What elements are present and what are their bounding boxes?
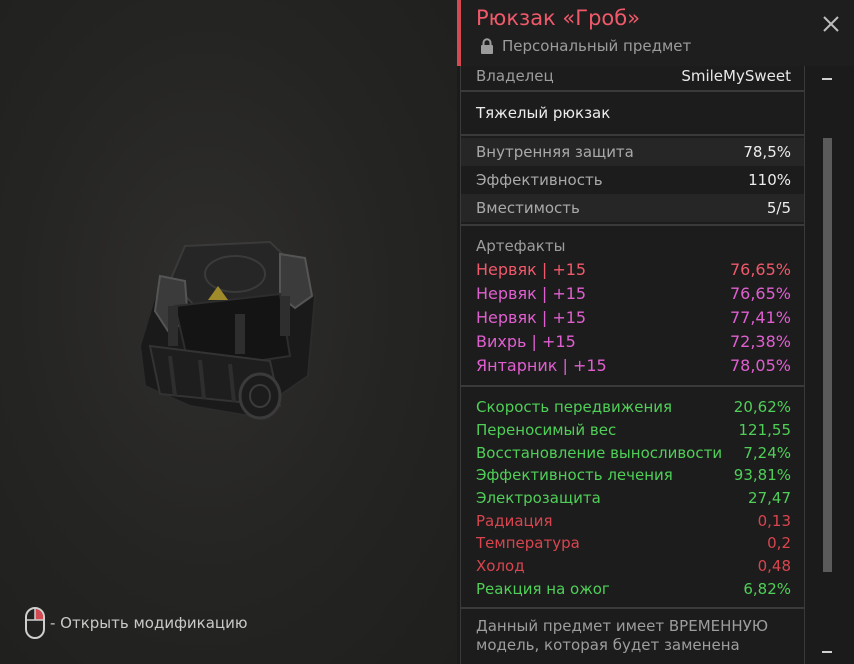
open-modification-hint: - Открыть модификацию	[24, 606, 248, 640]
backpack-model[interactable]	[130, 236, 330, 431]
stat-value: 5/5	[766, 199, 791, 217]
artifacts-section: Артефакты Нервяк | +15 76,65% Нервяк | +15…	[461, 226, 804, 387]
stat-row: Вместимость 5/5	[461, 194, 804, 222]
artifact-value: 72,38%	[729, 331, 791, 351]
owner-row: Владелец SmileMySweet	[461, 66, 804, 90]
bonus-value: 27,47	[748, 489, 791, 508]
artifact-row: Нервяк | +15 76,65%	[461, 257, 804, 281]
item-subtitle: Персональный предмет	[480, 37, 691, 55]
temporary-model-note: Данный предмет имеет ВРЕМЕННУЮ модель, к…	[476, 617, 769, 655]
bonus-value: 20,62%	[733, 398, 791, 417]
scroll-up-icon[interactable]	[822, 78, 832, 80]
bonus-label: Реакция на ожог	[476, 579, 610, 598]
bonuses-section: Скорость передвижения 20,62% Переносимый в…	[461, 387, 804, 610]
owner-section: Владелец SmileMySweet	[461, 66, 804, 92]
subtitle-text: Персональный предмет	[502, 37, 692, 55]
stat-value: 110%	[748, 171, 791, 189]
item-title: Рюкзак «Гроб»	[476, 6, 641, 30]
stat-label: Вместимость	[476, 199, 580, 217]
bonus-label: Скорость передвижения	[476, 398, 673, 417]
bonus-value: 0,13	[757, 511, 791, 530]
bonus-row: Реакция на ожог 6,82%	[461, 578, 804, 601]
scroll-down-icon[interactable]	[822, 651, 832, 653]
hint-text: - Открыть модификацию	[50, 614, 248, 632]
bonus-row: Эффективность лечения 93,81%	[461, 464, 804, 487]
artifact-row: Нервяк | +15 77,41%	[461, 305, 804, 329]
lock-icon	[481, 38, 493, 54]
artifact-row: Нервяк | +15 76,65%	[461, 281, 804, 305]
stat-label: Внутренняя защита	[476, 143, 634, 161]
item-info-panel: Рюкзак «Гроб» Персональный предмет Владе…	[457, 0, 854, 664]
bonus-row: Электрозащита 27,47	[461, 487, 804, 510]
stats-section: Внутренняя защита 78,5% Эффективность 11…	[461, 136, 804, 226]
bonus-row: Радиация 0,13	[461, 509, 804, 532]
bonus-label: Температура	[476, 534, 580, 553]
item-preview-viewport[interactable]: - Открыть модификацию	[0, 0, 457, 664]
artifact-list: Нервяк | +15 76,65% Нервяк | +15 76,65% Нерв…	[461, 257, 804, 377]
stat-value: 78,5%	[743, 143, 791, 161]
stat-row: Внутренняя защита 78,5%	[461, 138, 804, 166]
bonus-row: Восстановление выносливости 7,24%	[461, 441, 804, 464]
artifact-row: Вихрь | +15 72,38%	[461, 329, 804, 353]
artifact-row: Янтарник | +15 78,05%	[461, 353, 804, 377]
artifact-label: Янтарник | +15	[476, 355, 607, 375]
item-category: Тяжелый рюкзак	[461, 92, 804, 134]
owner-label: Владелец	[476, 67, 554, 85]
bonus-value: 93,81%	[733, 466, 791, 485]
artifacts-heading-text: Артефакты	[476, 237, 566, 255]
bonus-label: Электрозащита	[476, 489, 601, 508]
artifact-value: 76,65%	[729, 259, 791, 279]
bonus-value: 7,24%	[743, 443, 791, 462]
category-text: Тяжелый рюкзак	[476, 104, 611, 122]
bonus-value: 0,48	[757, 557, 791, 576]
bonus-row: Переносимый вес 121,55	[461, 419, 804, 442]
item-details-scroll-area[interactable]: Владелец SmileMySweet Тяжелый рюкзак Вну…	[460, 66, 805, 664]
artifact-value: 76,65%	[729, 283, 791, 303]
bonus-label: Холод	[476, 557, 525, 576]
stat-row: Эффективность 110%	[461, 166, 804, 194]
panel-header: Рюкзак «Гроб» Персональный предмет	[461, 0, 854, 66]
bonus-value: 0,2	[767, 534, 791, 553]
artifact-value: 78,05%	[729, 355, 791, 375]
bonus-label: Радиация	[476, 511, 553, 530]
category-section: Тяжелый рюкзак	[461, 92, 804, 136]
scroll-thumb[interactable]	[823, 138, 832, 572]
owner-value: SmileMySweet	[681, 67, 791, 85]
bonus-label: Восстановление выносливости	[476, 443, 723, 462]
bonus-value: 121,55	[738, 421, 792, 440]
bonus-list: Скорость передвижения 20,62% Переносимый в…	[461, 396, 804, 600]
artifact-label: Нервяк | +15	[476, 259, 587, 279]
artifact-label: Вихрь | +15	[476, 331, 576, 351]
artifact-label: Нервяк | +15	[476, 283, 587, 303]
close-icon[interactable]	[821, 14, 841, 34]
stat-label: Эффективность	[476, 171, 603, 189]
artifacts-heading: Артефакты	[461, 235, 804, 257]
bonus-row: Скорость передвижения 20,62%	[461, 396, 804, 419]
scrollbar[interactable]	[819, 68, 833, 664]
artifact-value: 77,41%	[729, 307, 791, 327]
bonus-row: Температура 0,2	[461, 532, 804, 555]
bonus-label: Эффективность лечения	[476, 466, 673, 485]
bonus-row: Холод 0,48	[461, 555, 804, 578]
artifact-label: Нервяк | +15	[476, 307, 587, 327]
mouse-right-click-icon	[25, 607, 45, 639]
bonus-value: 6,82%	[743, 579, 791, 598]
bonus-label: Переносимый вес	[476, 421, 617, 440]
